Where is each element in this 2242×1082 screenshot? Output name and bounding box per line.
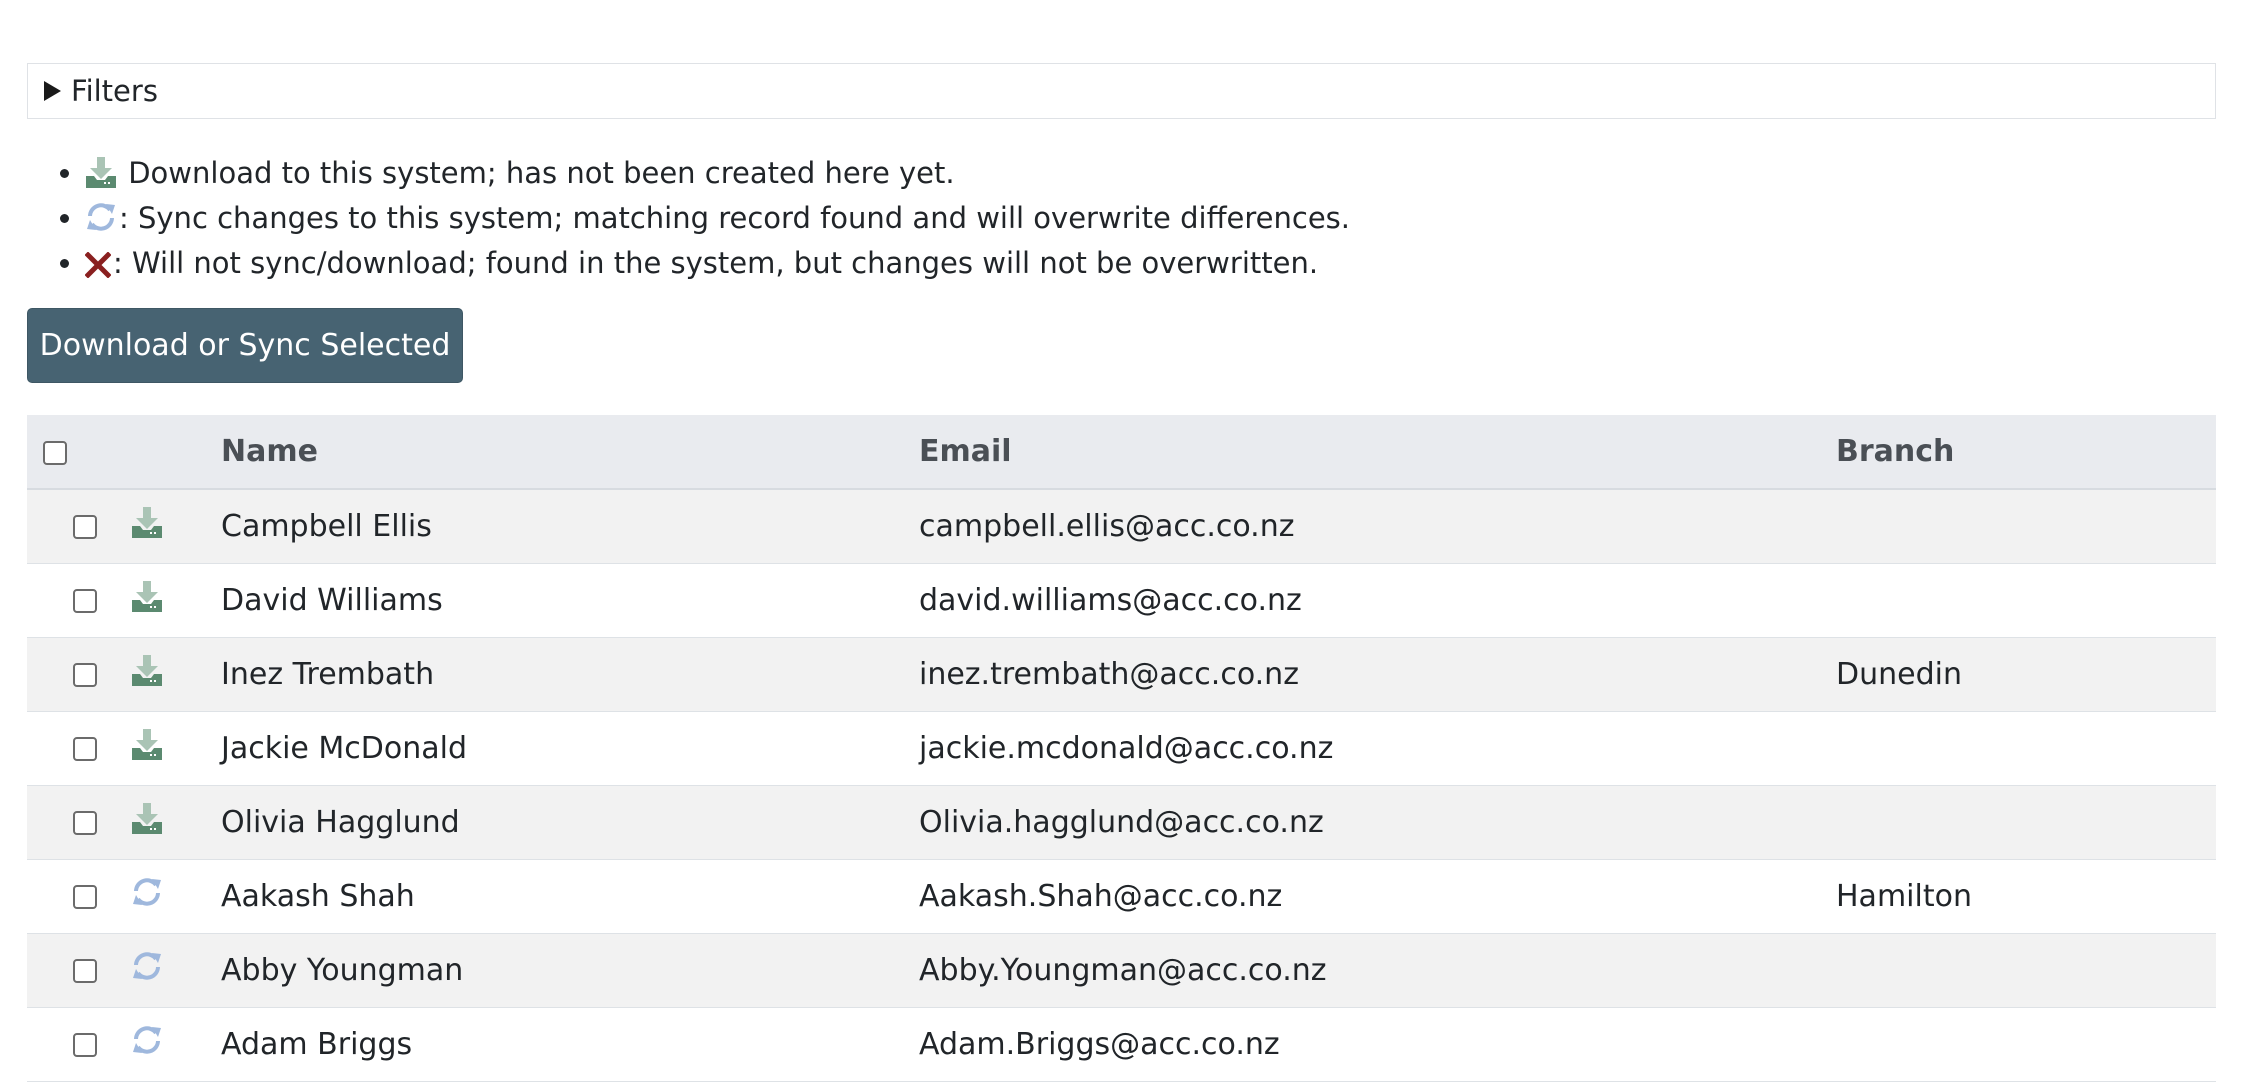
row-name: Olivia Hagglund (221, 804, 460, 840)
row-name: Abby Youngman (221, 952, 464, 988)
row-select-cell (27, 489, 119, 563)
row-status-cell (119, 711, 221, 785)
row-name: Inez Trembath (221, 656, 435, 692)
header-row: Name Email Branch (27, 415, 2216, 489)
row-status-cell (119, 563, 221, 637)
row-branch (1836, 785, 2216, 859)
status-legend: Download to this system; has not been cr… (27, 153, 2216, 288)
row-name: Aakash Shah (221, 878, 415, 914)
table-row: Jackie McDonald jackie.mcdonald@acc.co.nz (27, 711, 2216, 785)
row-status-cell (119, 785, 221, 859)
row-status-cell (119, 933, 221, 1007)
row-select-cell (27, 933, 119, 1007)
row-select-cell (27, 859, 119, 933)
row-select-cell (27, 785, 119, 859)
table-row: Adam Briggs Adam.Briggs@acc.co.nz (27, 1007, 2216, 1081)
row-email: Olivia.hagglund@acc.co.nz (919, 804, 1324, 840)
table-body: Campbell Ellis campbell.ellis@acc.co.nz Da… (27, 489, 2216, 1081)
branch-header[interactable]: Branch (1836, 415, 2216, 489)
download-icon (85, 156, 117, 198)
table-row: Olivia Hagglund Olivia.hagglund@acc.co.nz (27, 785, 2216, 859)
users-table: Name Email Branch Campbell Ellis campbell… (27, 415, 2216, 1082)
sync-icon (85, 201, 117, 243)
row-email: campbell.ellis@acc.co.nz (919, 508, 1295, 544)
row-checkbox[interactable] (73, 663, 97, 687)
row-status-cell (119, 489, 221, 563)
row-select-cell (27, 711, 119, 785)
row-checkbox[interactable] (73, 811, 97, 835)
row-branch (1836, 563, 2216, 637)
row-email: Aakash.Shah@acc.co.nz (919, 878, 1283, 914)
email-header[interactable]: Email (919, 415, 1836, 489)
row-select-cell (27, 563, 119, 637)
row-checkbox[interactable] (73, 589, 97, 613)
row-checkbox[interactable] (73, 1033, 97, 1057)
row-email: david.williams@acc.co.nz (919, 582, 1302, 618)
row-select-cell (27, 637, 119, 711)
legend-item-sync: : Sync changes to this system; matching … (85, 198, 2216, 243)
download-icon (131, 580, 163, 620)
row-checkbox[interactable] (73, 885, 97, 909)
row-status-cell (119, 859, 221, 933)
status-header (119, 415, 221, 489)
table-row: Inez Trembath inez.trembath@acc.co.nz Dune… (27, 637, 2216, 711)
legend-text-download: Download to this system; has not been cr… (119, 156, 955, 190)
row-status-cell (119, 637, 221, 711)
page: Filters Download to this system; has not… (27, 63, 2216, 1082)
row-select-cell (27, 1007, 119, 1081)
row-checkbox[interactable] (73, 737, 97, 761)
download-icon (131, 506, 163, 546)
legend-item-no-sync: : Will not sync/download; found in the s… (84, 243, 2216, 288)
sync-icon (131, 876, 163, 916)
row-name: Jackie McDonald (221, 730, 468, 766)
row-name: Adam Briggs (221, 1026, 413, 1062)
legend-text-sync: : Sync changes to this system; matching … (119, 201, 1351, 235)
row-branch (1836, 1007, 2216, 1081)
sync-icon (131, 950, 163, 990)
table-row: David Williams david.williams@acc.co.nz (27, 563, 2216, 637)
row-email: inez.trembath@acc.co.nz (919, 656, 1299, 692)
row-email: Abby.Youngman@acc.co.nz (919, 952, 1327, 988)
download-icon (131, 654, 163, 694)
row-email: jackie.mcdonald@acc.co.nz (919, 730, 1334, 766)
row-checkbox[interactable] (73, 959, 97, 983)
table-header: Name Email Branch (27, 415, 2216, 489)
download-or-sync-button[interactable]: Download or Sync Selected (27, 308, 463, 383)
table-row: Abby Youngman Abby.Youngman@acc.co.nz (27, 933, 2216, 1007)
row-branch (1836, 489, 2216, 563)
row-branch: Hamilton (1836, 878, 1972, 914)
filters-toggle[interactable]: Filters (27, 63, 2216, 119)
row-branch (1836, 711, 2216, 785)
row-email: Adam.Briggs@acc.co.nz (919, 1026, 1280, 1062)
legend-item-download: Download to this system; has not been cr… (85, 153, 2216, 198)
select-all-cell (27, 415, 119, 489)
download-icon (131, 802, 163, 842)
x-icon (84, 248, 112, 288)
row-name: Campbell Ellis (221, 508, 432, 544)
row-branch: Dunedin (1836, 656, 1962, 692)
legend-text-no-sync: : Will not sync/download; found in the s… (113, 246, 1319, 280)
row-name: David Williams (221, 582, 443, 618)
row-branch (1836, 933, 2216, 1007)
filters-label: Filters (71, 74, 158, 108)
name-header[interactable]: Name (221, 415, 919, 489)
table-row: Campbell Ellis campbell.ellis@acc.co.nz (27, 489, 2216, 563)
table-row: Aakash Shah Aakash.Shah@acc.co.nz Hamilton (27, 859, 2216, 933)
sync-icon (131, 1024, 163, 1064)
row-status-cell (119, 1007, 221, 1081)
row-checkbox[interactable] (73, 515, 97, 540)
select-all-checkbox[interactable] (43, 440, 67, 465)
download-icon (131, 728, 163, 768)
expand-triangle-icon (44, 81, 61, 101)
